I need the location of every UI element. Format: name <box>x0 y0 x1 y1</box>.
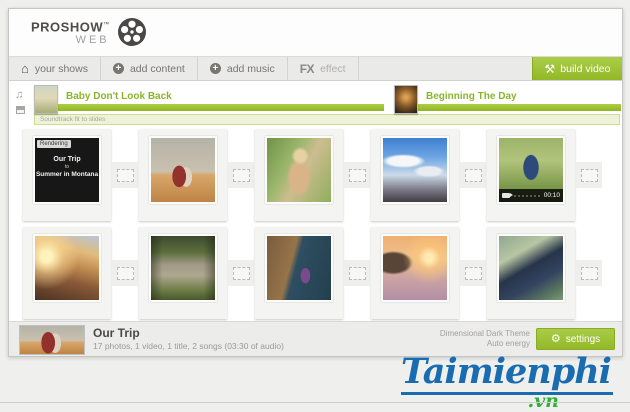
transition-placeholder[interactable] <box>228 260 254 286</box>
slide-grid: Rendering Our Trip to Summer in Montana 00:1… <box>9 129 622 325</box>
title-line-3: Summer in Montana <box>35 171 99 178</box>
transition-drop-zone <box>580 266 598 280</box>
transition-placeholder[interactable] <box>576 260 602 286</box>
slide-cliff-sitter[interactable] <box>255 227 343 319</box>
transition-drop-zone <box>464 266 482 280</box>
slide-mountain-sky[interactable] <box>371 129 459 221</box>
title-line-1: Our Trip <box>53 156 81 163</box>
sunset-mountains-thumbnail <box>33 234 101 302</box>
gear-icon: ⚙ <box>550 332 561 345</box>
blonde-woman-thumbnail <box>265 136 333 204</box>
main-toolbar: ⌂ your shows + add content + add music F… <box>9 56 622 81</box>
build-video-button[interactable]: ⚒ build video <box>532 57 622 80</box>
settings-label: settings <box>565 333 601 345</box>
transition-drop-zone <box>348 266 366 280</box>
transition-placeholder[interactable] <box>112 162 138 188</box>
video-progress <box>514 194 540 197</box>
add-music-label: add music <box>226 62 275 75</box>
title-dark-thumbnail: Rendering Our Trip to Summer in Montana <box>33 136 101 204</box>
track-1-title: Baby Don't Look Back <box>66 91 172 102</box>
video-track-icon <box>16 106 25 114</box>
rendering-badge: Rendering <box>37 140 71 148</box>
slide-sunset-mountains[interactable] <box>23 227 111 319</box>
soundtrack-timing-bar[interactable]: Soundtrack fit to slides <box>34 114 620 125</box>
sneaker-thumbnail <box>497 234 565 302</box>
cliff-sitter-thumbnail <box>265 234 333 302</box>
transition-placeholder[interactable] <box>344 162 370 188</box>
add-music-button[interactable]: + add music <box>198 57 288 80</box>
filmstrip-row-1: Rendering Our Trip to Summer in Montana 00:1… <box>9 129 622 227</box>
show-details: 17 photos, 1 video, 1 title, 2 songs (03… <box>93 341 284 351</box>
your-shows-label: your shows <box>34 62 88 75</box>
app-header: PROSHOW™ WEB <box>9 9 622 56</box>
logo-proshow: PROSHOW™ <box>31 19 110 35</box>
track-2-album-art[interactable] <box>394 85 418 114</box>
video-overlay-bar: 00:10 <box>499 189 563 202</box>
effects-button[interactable]: FX effect <box>288 57 359 80</box>
fx-icon: FX <box>299 61 315 76</box>
add-content-label: add content <box>129 62 185 75</box>
show-cover-thumbnail[interactable] <box>19 325 85 355</box>
proshow-logo: PROSHOW™ WEB <box>31 18 148 48</box>
trademark-symbol: ™ <box>103 21 110 28</box>
build-video-label: build video <box>560 62 611 75</box>
build-tools-icon: ⚒ <box>544 61 556 76</box>
plus-icon: + <box>209 63 221 74</box>
theme-name: Dimensional Dark Theme <box>439 329 530 338</box>
logo-web: WEB <box>75 34 110 47</box>
slide-blonde-woman[interactable] <box>255 129 343 221</box>
film-reel-icon <box>117 18 146 46</box>
transition-drop-zone <box>232 266 250 280</box>
transition-drop-zone <box>232 168 250 182</box>
slide-title-dark[interactable]: Rendering Our Trip to Summer in Montana <box>23 129 111 221</box>
transition-drop-zone <box>348 168 366 182</box>
slide-beach-couple[interactable] <box>139 129 227 221</box>
transition-placeholder[interactable] <box>460 162 486 188</box>
slide-sneaker[interactable] <box>487 227 575 319</box>
theme-info: Dimensional Dark Theme Auto energy <box>440 329 530 349</box>
track-2-title: Beginning The Day <box>426 91 517 102</box>
effect-label: effect <box>320 62 346 75</box>
plus-icon: + <box>112 63 124 74</box>
theme-energy: Auto energy <box>486 339 530 348</box>
mountain-sky-thumbnail <box>381 136 449 204</box>
transition-drop-zone <box>580 168 598 182</box>
filmstrip-row-2 <box>9 227 622 325</box>
title-slide-text: Our Trip to Summer in Montana <box>35 156 99 178</box>
beach-couple-thumbnail <box>149 136 217 204</box>
watermark-name: Taimienphi <box>401 352 613 395</box>
slide-hiker-video[interactable]: 00:10 <box>487 129 575 221</box>
home-icon: ⌂ <box>21 60 29 76</box>
transition-drop-zone <box>464 168 482 182</box>
music-track-icon: ♫ <box>15 89 24 101</box>
transition-placeholder[interactable] <box>460 260 486 286</box>
transition-drop-zone <box>116 266 134 280</box>
transition-drop-zone <box>116 168 134 182</box>
transition-placeholder[interactable] <box>112 260 138 286</box>
transition-placeholder[interactable] <box>576 162 602 188</box>
hiker-video-thumbnail: 00:10 <box>497 136 565 204</box>
sea-sunset-thumbnail <box>381 234 449 302</box>
transition-placeholder[interactable] <box>344 260 370 286</box>
proshow-web-window: PROSHOW™ WEB ⌂ your shows + add content <box>8 8 623 357</box>
slide-stone-pier[interactable] <box>139 227 227 319</box>
track-1-album-art[interactable] <box>34 85 58 114</box>
stone-pier-thumbnail <box>149 234 217 302</box>
track-1-waveform-bar[interactable] <box>34 104 384 111</box>
title-line-2: to <box>64 164 70 170</box>
video-camera-icon <box>502 193 513 198</box>
transition-placeholder[interactable] <box>228 162 254 188</box>
track-2-waveform-bar[interactable] <box>394 104 621 111</box>
timing-label: Soundtrack fit to slides <box>40 116 106 123</box>
settings-button[interactable]: ⚙ settings <box>536 328 615 350</box>
page-bottom-divider <box>0 402 630 403</box>
add-content-button[interactable]: + add content <box>101 57 198 80</box>
show-title: Our Trip <box>93 326 140 340</box>
video-duration: 00:10 <box>543 192 560 199</box>
proshow-logo-text: PROSHOW™ WEB <box>31 19 110 47</box>
your-shows-button[interactable]: ⌂ your shows <box>9 57 101 80</box>
slide-sea-sunset[interactable] <box>371 227 459 319</box>
